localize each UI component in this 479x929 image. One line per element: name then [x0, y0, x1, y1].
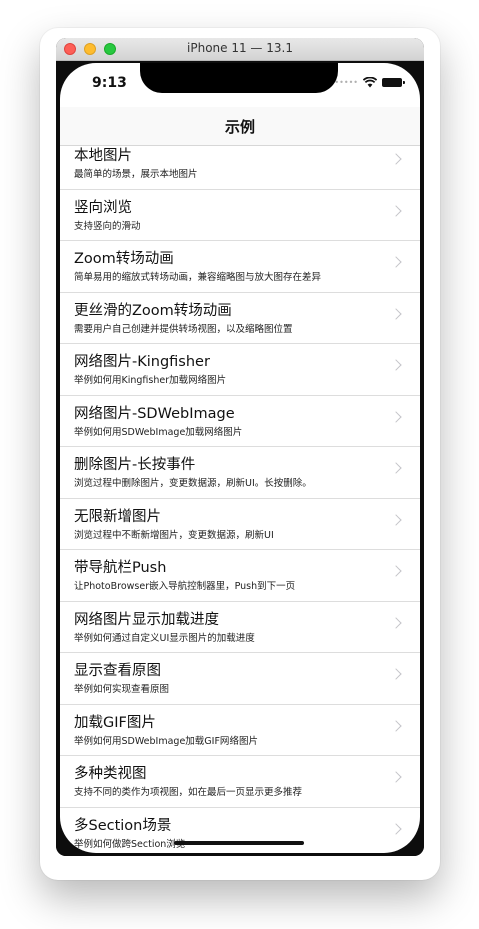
device-frame: 9:13 ••••• 示例 本地图片最简单的场景，展示本地图片竖向浏览支持竖向的…: [56, 61, 424, 856]
chevron-right-icon: [390, 462, 402, 474]
row-subtitle: 浏览过程中不断新增图片，变更数据源，刷新UI: [74, 529, 274, 541]
row-title: 网络图片-SDWebImage: [74, 405, 235, 422]
row-subtitle: 举例如何用SDWebImage加载GIF网络图片: [74, 735, 258, 747]
row-subtitle: 需要用户自己创建并提供转场视图，以及缩略图位置: [74, 323, 293, 335]
row-title: 带导航栏Push: [74, 560, 167, 576]
row-subtitle: 举例如何用Kingfisher加载网络图片: [74, 375, 227, 386]
chevron-right-icon: [390, 565, 402, 577]
row-subtitle: 举例如何做跨Section浏览: [74, 838, 186, 850]
chevron-right-icon: [390, 616, 402, 629]
table-row[interactable]: 更丝滑的Zoom转场动画需要用户自己创建并提供转场视图，以及缩略图位置: [60, 293, 420, 344]
battery-icon: [382, 78, 405, 87]
table-row[interactable]: 加载GIF图片举例如何用SDWebImage加载GIF网络图片: [60, 705, 420, 756]
table-row[interactable]: 多种类视图支持不同的类作为项视图，如在最后一页显示更多推荐: [60, 756, 420, 808]
chevron-right-icon: [390, 822, 402, 835]
chevron-right-icon: [390, 307, 402, 320]
examples-list: 本地图片 最简单的场景，展示本地图片 竖向浏览 支持竖向的滑动 Zoom转场动画 简单易用…: [60, 146, 420, 853]
table-row[interactable]: 本地图片最简单的场景，展示本地图片: [60, 146, 420, 190]
row-title: 多种类视图: [74, 766, 147, 782]
row-subtitle: 支持竖向的滑动: [74, 220, 141, 232]
chevron-right-icon: [390, 204, 402, 217]
table-row[interactable]: 多Section场景举例如何做跨Section浏览: [60, 808, 420, 854]
row-title: 加载GIF图片: [74, 714, 156, 731]
window-title: iPhone 11 — 13.1: [187, 41, 293, 55]
row-title: 本地图片: [74, 148, 132, 164]
table-row[interactable]: Zoom转场动画简单易用的缩放式转场动画，兼容缩略图与放大图存在差异: [60, 241, 420, 293]
row-title: 多Section场景: [74, 817, 172, 834]
row-title: 网络图片-Kingfisher: [74, 354, 210, 370]
row-subtitle: 举例如何通过自定义UI显示图片的加载进度: [74, 632, 255, 644]
status-icons: •••••: [334, 77, 405, 88]
row-subtitle: 简单易用的缩放式转场动画，兼容缩略图与放大图存在差异: [74, 272, 322, 283]
table-row[interactable]: 网络图片-SDWebImage 举例如何用SDWebImage加载网络图片: [60, 396, 420, 447]
row-title: 更丝滑的Zoom转场动画: [74, 302, 232, 319]
signal-dots-icon: •••••: [334, 78, 358, 87]
row-title: 删除图片-长按事件: [74, 457, 196, 473]
row-subtitle: 举例如何实现查看原图: [74, 684, 170, 695]
row-subtitle: 浏览过程中删除图片，变更数据源，刷新UI。长按删除。: [74, 478, 312, 489]
table-row[interactable]: 无限新增图片浏览过程中不断新增图片，变更数据源，刷新UI: [60, 499, 420, 550]
window-titlebar: iPhone 11 — 13.1: [56, 38, 424, 61]
row-title: Zoom转场动画: [74, 251, 174, 267]
row-title: 竖向浏览: [74, 199, 132, 216]
chevron-right-icon: [390, 513, 402, 526]
row-title: 网络图片显示加载进度: [74, 611, 219, 628]
chevron-right-icon: [390, 719, 402, 732]
status-time: 9:13: [92, 75, 127, 91]
device-screen: 9:13 ••••• 示例 本地图片最简单的场景，展示本地图片竖向浏览支持竖向的…: [60, 63, 420, 853]
row-title: 无限新增图片: [74, 508, 161, 525]
home-indicator[interactable]: [174, 841, 304, 845]
chevron-right-icon: [390, 771, 402, 783]
notch: [140, 63, 338, 93]
simulator-window: iPhone 11 — 13.1 9:13 ••••• 示例 本地图片最简单的场…: [56, 38, 424, 856]
table-row[interactable]: 网络图片显示加载进度举例如何通过自定义UI显示图片的加载进度: [60, 602, 420, 653]
chevron-right-icon: [390, 359, 402, 371]
nav-title: 示例: [224, 118, 255, 136]
table-row[interactable]: 带导航栏Push 让PhotoBrowser嵌入导航控制器里，Push到下一页: [60, 550, 420, 602]
examples-table[interactable]: 本地图片 最简单的场景，展示本地图片 竖向浏览 支持竖向的滑动 Zoom转场动画 简单易用…: [60, 146, 420, 853]
row-title: 显示查看原图: [74, 663, 161, 679]
chevron-right-icon: [390, 410, 402, 423]
row-subtitle: 支持不同的类作为项视图，如在最后一页显示更多推荐: [74, 787, 303, 798]
row-subtitle: 让PhotoBrowser嵌入导航控制器里，Push到下一页: [74, 581, 296, 592]
row-subtitle: 最简单的场景，展示本地图片: [74, 169, 198, 180]
table-row[interactable]: 删除图片-长按事件浏览过程中删除图片，变更数据源，刷新UI。长按删除。: [60, 447, 420, 499]
table-row[interactable]: 网络图片-Kingfisher 举例如何用Kingfisher加载网络图片: [60, 344, 420, 396]
row-subtitle: 举例如何用SDWebImage加载网络图片: [74, 426, 243, 438]
chevron-right-icon: [390, 668, 402, 680]
navigation-bar: 示例: [60, 107, 420, 146]
chevron-right-icon: [390, 153, 402, 165]
table-row[interactable]: 竖向浏览支持竖向的滑动: [60, 190, 420, 241]
wifi-icon: [363, 77, 377, 88]
table-row[interactable]: 显示查看原图举例如何实现查看原图: [60, 653, 420, 705]
chevron-right-icon: [390, 256, 402, 268]
